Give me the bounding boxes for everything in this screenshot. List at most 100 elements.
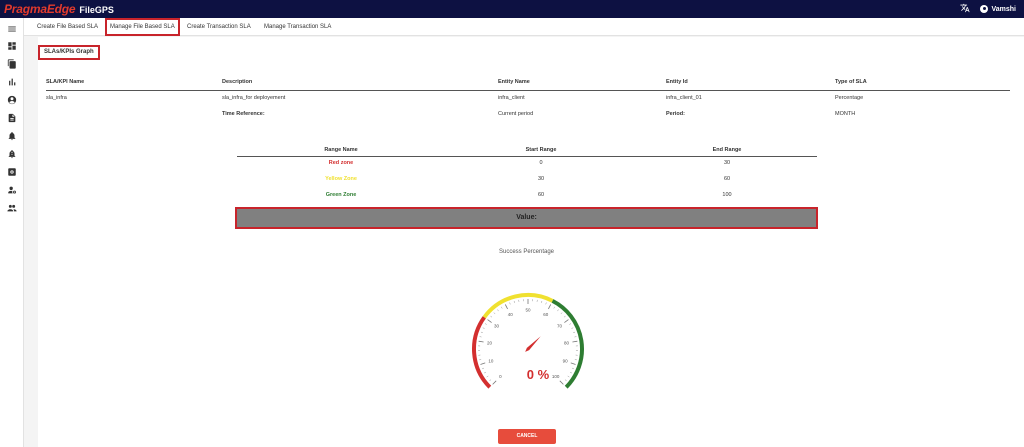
gauge-tick-label: 50: [525, 308, 531, 313]
gauge-tick-label: 10: [488, 359, 494, 364]
table-row: sla_infra sla_infra_for deployement infr…: [46, 91, 1010, 107]
gauge-svg: 0 10 20 30 40 50 60 70 80 90 1000 %: [472, 293, 584, 389]
account-icon[interactable]: [7, 95, 17, 105]
gauge-tick: [501, 306, 503, 309]
menu-icon[interactable]: [7, 24, 17, 34]
column-header: Start Range: [525, 147, 557, 153]
settings-box-icon[interactable]: [7, 167, 17, 177]
dashboard-icon[interactable]: [7, 41, 17, 51]
bell-alert-icon[interactable]: [7, 131, 17, 141]
gauge-tick: [482, 327, 485, 329]
gauge-tick: [489, 379, 492, 382]
gauge-tick-label: 80: [564, 340, 570, 345]
gauge-tick: [482, 367, 485, 370]
gauge-tick: [545, 302, 547, 305]
table-row: Time Reference: Current period Period: M…: [46, 107, 1010, 123]
people-icon[interactable]: [7, 203, 17, 213]
column-header: Range Name: [324, 147, 358, 153]
success-gauge: 0 10 20 30 40 50 60 70 80 90 100 0 %: [458, 279, 598, 399]
gauge-tick: [557, 309, 559, 312]
sidebar: [0, 18, 24, 447]
zone-start: 30: [537, 176, 545, 182]
gauge-value-text: 0 %: [527, 367, 550, 382]
period-value: MONTH: [835, 111, 856, 117]
table-cell: sla_infra: [46, 95, 67, 101]
gauge-tick-label: 40: [508, 312, 514, 317]
table-row: Yellow Zone 30 60: [237, 173, 817, 189]
time-reference-label: Time Reference:: [222, 111, 265, 117]
gauge-tick-label: 90: [563, 359, 569, 364]
tab-manage-transaction-sla[interactable]: Manage Transaction SLA: [261, 18, 334, 36]
range-table-header: Range Name Start Range End Range: [237, 145, 817, 157]
zone-end: 30: [723, 160, 731, 166]
table-row: Red zone 0 30: [237, 157, 817, 173]
brand-logo[interactable]: PragmaEdge FileGPS: [4, 2, 114, 16]
gauge-tick-label: 20: [487, 340, 493, 345]
table-row: Green Zone 60 100: [237, 189, 817, 205]
table-header-row: SLA/KPI Name Description Entity Name Ent…: [46, 75, 1010, 91]
gauge-tick: [480, 362, 486, 365]
gauge-tick: [504, 304, 508, 310]
table-cell: infra_client: [498, 95, 525, 101]
gauge-tick: [493, 312, 496, 315]
gauge-tick: [571, 367, 574, 370]
gauge-tick-label: 0: [499, 374, 502, 379]
zone-start: 60: [537, 192, 545, 198]
gauge-tick: [486, 375, 489, 378]
gauge-needle: [525, 336, 541, 352]
tab-manage-file-based-sla[interactable]: Manage File Based SLA: [105, 18, 180, 36]
document-icon[interactable]: [7, 113, 17, 123]
gauge-tick: [490, 315, 493, 318]
tab-bar: Create File Based SLA Manage File Based …: [24, 18, 1024, 36]
tab-create-file-based-sla[interactable]: Create File Based SLA: [34, 18, 101, 36]
gauge-tick-label: 100: [552, 374, 560, 379]
top-header: PragmaEdge FileGPS Vamshi: [0, 0, 1024, 18]
cancel-button[interactable]: CANCEL: [498, 429, 556, 444]
alarm-icon[interactable]: [7, 149, 17, 159]
zone-name-red: Red zone: [328, 160, 354, 166]
value-bar: Value:: [235, 207, 818, 229]
column-header: End Range: [712, 147, 742, 153]
gauge-tick: [553, 306, 555, 309]
period-label: Period:: [666, 111, 685, 117]
gauge-tick: [484, 371, 487, 374]
gauge-tick: [513, 300, 515, 303]
gauge-tick: [484, 323, 487, 325]
user-settings-icon[interactable]: [7, 185, 17, 195]
tab-create-transaction-sla[interactable]: Create Transaction SLA: [184, 18, 254, 36]
gauge-tick: [564, 319, 569, 323]
sla-details-table: SLA/KPI Name Description Entity Name Ent…: [46, 75, 1010, 123]
bar-chart-icon[interactable]: [7, 77, 17, 87]
zone-name-yellow: Yellow Zone: [325, 176, 357, 182]
gauge-tick: [548, 304, 552, 310]
files-icon[interactable]: [7, 59, 17, 69]
account-circle-icon: [980, 5, 989, 13]
brand-name: PragmaEdge: [4, 2, 76, 16]
zone-end: 60: [723, 176, 731, 182]
gauge-tick-label: 70: [557, 324, 563, 329]
column-header: Description: [222, 79, 253, 85]
column-header: Type of SLA: [835, 79, 867, 85]
gauge-tick: [480, 331, 483, 333]
product-name: FileGPS: [79, 5, 114, 15]
table-cell: infra_client_01: [666, 95, 702, 101]
translate-icon[interactable]: [960, 3, 971, 15]
gauge-tick: [487, 319, 492, 323]
zone-end: 100: [722, 192, 732, 198]
table-cell: sla_infra_for deployement: [222, 95, 286, 101]
user-menu[interactable]: Vamshi: [980, 5, 1016, 13]
user-name: Vamshi: [991, 5, 1016, 13]
gauge-tick: [509, 302, 511, 305]
gauge-tick: [497, 309, 499, 312]
section-title: SLAs/KPIs Graph: [38, 45, 100, 60]
gauge-tick: [541, 300, 543, 303]
gauge-tick: [560, 312, 563, 315]
gauge-tick: [569, 323, 572, 325]
column-header: SLA/KPI Name: [46, 79, 85, 85]
table-cell: Percentage: [835, 95, 864, 101]
range-table: Range Name Start Range End Range Red zon…: [237, 145, 817, 205]
gauge-tick: [573, 331, 576, 333]
gauge-tick: [564, 379, 567, 382]
time-reference-value: Current period: [498, 111, 534, 117]
gauge-tick: [478, 340, 484, 343]
